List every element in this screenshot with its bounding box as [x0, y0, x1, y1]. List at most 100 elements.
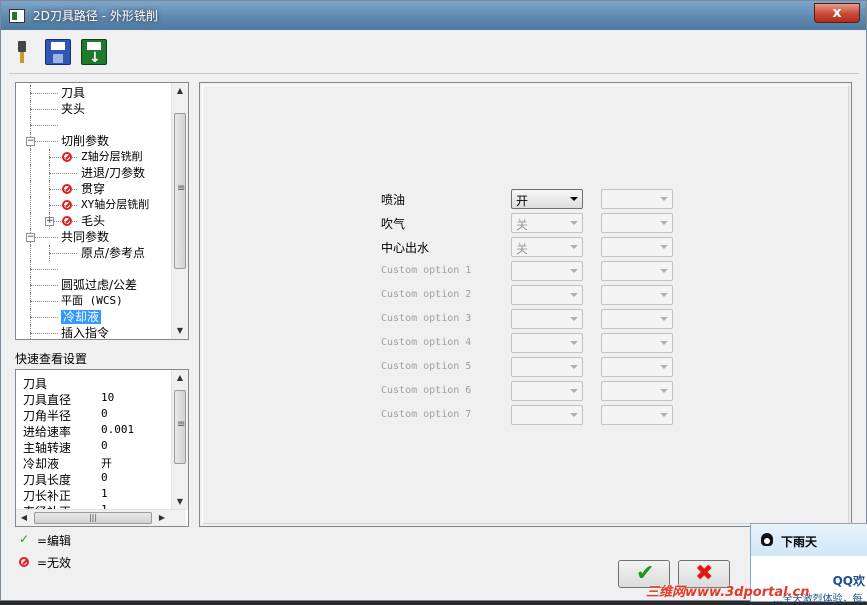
tree-rows: 刀具 夹头 − 切削参数 Z轴分层铣削 进退/刀参数 贯穿 XY轴分层铣削 + 毛头 − 共同参数 原点… [16, 83, 172, 339]
chevron-down-icon [660, 389, 668, 393]
tree-line [30, 333, 58, 334]
tree-item[interactable]: 平面 (WCS) [16, 293, 172, 309]
tree-line [49, 253, 77, 254]
quick-view-value: 0 [101, 471, 108, 484]
coolant-state-select[interactable] [511, 261, 583, 281]
coolant-state-select[interactable] [511, 333, 583, 353]
tree-line [30, 125, 58, 126]
quick-view-value: 0 [101, 439, 108, 452]
tree-line [30, 181, 31, 197]
quick-view-vertical-scrollbar[interactable]: ▲ ▼ [171, 370, 188, 510]
coolant-secondary-select[interactable] [601, 333, 673, 353]
coolant-state-select[interactable]: 关 [511, 237, 583, 257]
chevron-down-icon [570, 365, 578, 369]
tree-item-label: 夹头 [61, 102, 86, 116]
scroll-up-icon[interactable]: ▲ [172, 83, 188, 99]
invalid-icon [62, 152, 72, 162]
coolant-secondary-select[interactable] [601, 237, 673, 257]
coolant-state-select[interactable] [511, 309, 583, 329]
quick-view-panel[interactable]: 刀具 刀具直径 10 刀角半径 0 进给速率 0.001 主轴转速 0 冷却液开刀具长度 0 刀长补正… [15, 369, 189, 527]
coolant-secondary-select[interactable] [601, 189, 673, 209]
coolant-secondary-select[interactable] [601, 309, 673, 329]
save-icon[interactable] [45, 39, 71, 65]
check-icon: ✓ [19, 532, 30, 546]
collapse-icon[interactable]: − [26, 137, 35, 146]
chevron-down-icon [660, 245, 668, 249]
toolbar [9, 34, 859, 70]
tree-item-label: 进退/刀参数 [81, 166, 146, 180]
tree-line [30, 93, 58, 94]
coolant-secondary-select[interactable] [601, 213, 673, 233]
coolant-secondary-select[interactable] [601, 285, 673, 305]
coolant-state-select[interactable] [511, 357, 583, 377]
expand-icon[interactable]: + [45, 217, 54, 226]
coolant-state-select[interactable]: 关 [511, 213, 583, 233]
coolant-option-label: Custom option 1 [381, 265, 472, 276]
tree-item[interactable]: − 共同参数 [16, 229, 172, 245]
tree-item[interactable]: XY轴分层铣削 [16, 197, 172, 213]
tree-item[interactable]: 原点/参考点 [16, 245, 172, 261]
scroll-down-icon[interactable]: ▼ [172, 323, 188, 339]
coolant-secondary-select[interactable] [601, 261, 673, 281]
coolant-option-row: Custom option 4 [200, 332, 852, 354]
tree-item[interactable]: 插入指令 [16, 325, 172, 340]
coolant-state-select[interactable] [511, 405, 583, 425]
tree-item[interactable]: + 毛头 [16, 213, 172, 229]
coolant-option-label: Custom option 2 [381, 289, 472, 300]
window-title: 2D刀具路径 - 外形铣削 [33, 9, 158, 23]
tree-item[interactable]: 进退/刀参数 [16, 165, 172, 181]
collapse-icon[interactable]: − [26, 233, 35, 242]
scroll-thumb[interactable] [174, 390, 186, 464]
tree-item[interactable]: Z轴分层铣削 [16, 149, 172, 165]
tree-line [30, 285, 58, 286]
tree-item[interactable]: 冷却液 [16, 309, 172, 325]
select-value: 关 [516, 242, 529, 256]
tree-item-label: 毛头 [81, 214, 106, 228]
chevron-down-icon [660, 221, 668, 225]
tree-item[interactable] [16, 261, 172, 277]
coolant-option-row: Custom option 7 [200, 404, 852, 426]
chevron-down-icon [570, 293, 578, 297]
coolant-state-select[interactable] [511, 381, 583, 401]
tool-icon[interactable] [9, 39, 35, 65]
scroll-up-icon[interactable]: ▲ [172, 370, 188, 386]
coolant-secondary-select[interactable] [601, 381, 673, 401]
quick-view-value: 1 [101, 487, 108, 500]
tree-item[interactable]: 夹头 [16, 101, 172, 117]
save-as-icon[interactable] [81, 39, 107, 66]
tree-line [30, 109, 58, 110]
tree-item[interactable]: − 切削参数 [16, 133, 172, 149]
chevron-down-icon [570, 197, 578, 201]
tree-item-label: 贯穿 [81, 182, 106, 196]
tree-item[interactable]: 贯穿 [16, 181, 172, 197]
coolant-option-label: Custom option 7 [381, 409, 472, 420]
qq-notification-body: QQ欢 [832, 574, 865, 588]
invalid-icon [19, 557, 29, 567]
tree-line [30, 165, 31, 181]
coolant-option-row: 中心出水 关 [200, 236, 852, 258]
quick-view-horizontal-scrollbar[interactable]: ◀ ||| ▶ [16, 509, 186, 526]
coolant-option-row: Custom option 1 [200, 260, 852, 282]
coolant-secondary-select[interactable] [601, 405, 673, 425]
tree-item-label: 原点/参考点 [81, 246, 146, 260]
scroll-left-icon[interactable]: ◀ [16, 510, 32, 526]
coolant-option-label: Custom option 6 [381, 385, 472, 396]
scroll-thumb[interactable]: ||| [34, 512, 152, 524]
tree-item[interactable] [16, 117, 172, 133]
scroll-thumb[interactable] [174, 113, 186, 269]
tree-item-label: 圆弧过虑/公差 [61, 278, 138, 292]
tree-item[interactable]: 圆弧过虑/公差 [16, 277, 172, 293]
coolant-state-select[interactable]: 开 [511, 189, 583, 209]
tree-vertical-scrollbar[interactable]: ▲ ▼ [171, 83, 188, 339]
coolant-option-label: 喷油 [381, 193, 406, 207]
scroll-down-icon[interactable]: ▼ [172, 494, 188, 510]
coolant-state-select[interactable] [511, 285, 583, 305]
coolant-secondary-select[interactable] [601, 357, 673, 377]
tree-item-label: 插入指令 [61, 326, 110, 340]
coolant-option-row: 喷油 开 [200, 188, 852, 210]
scroll-right-icon[interactable]: ▶ [154, 510, 170, 526]
close-button[interactable]: x [814, 3, 860, 23]
parameter-tree[interactable]: 刀具 夹头 − 切削参数 Z轴分层铣削 进退/刀参数 贯穿 XY轴分层铣削 + 毛头 − 共同参数 原点… [15, 82, 189, 340]
qq-notification-title: 下雨天 [781, 535, 818, 549]
tree-item[interactable]: 刀具 [16, 85, 172, 101]
